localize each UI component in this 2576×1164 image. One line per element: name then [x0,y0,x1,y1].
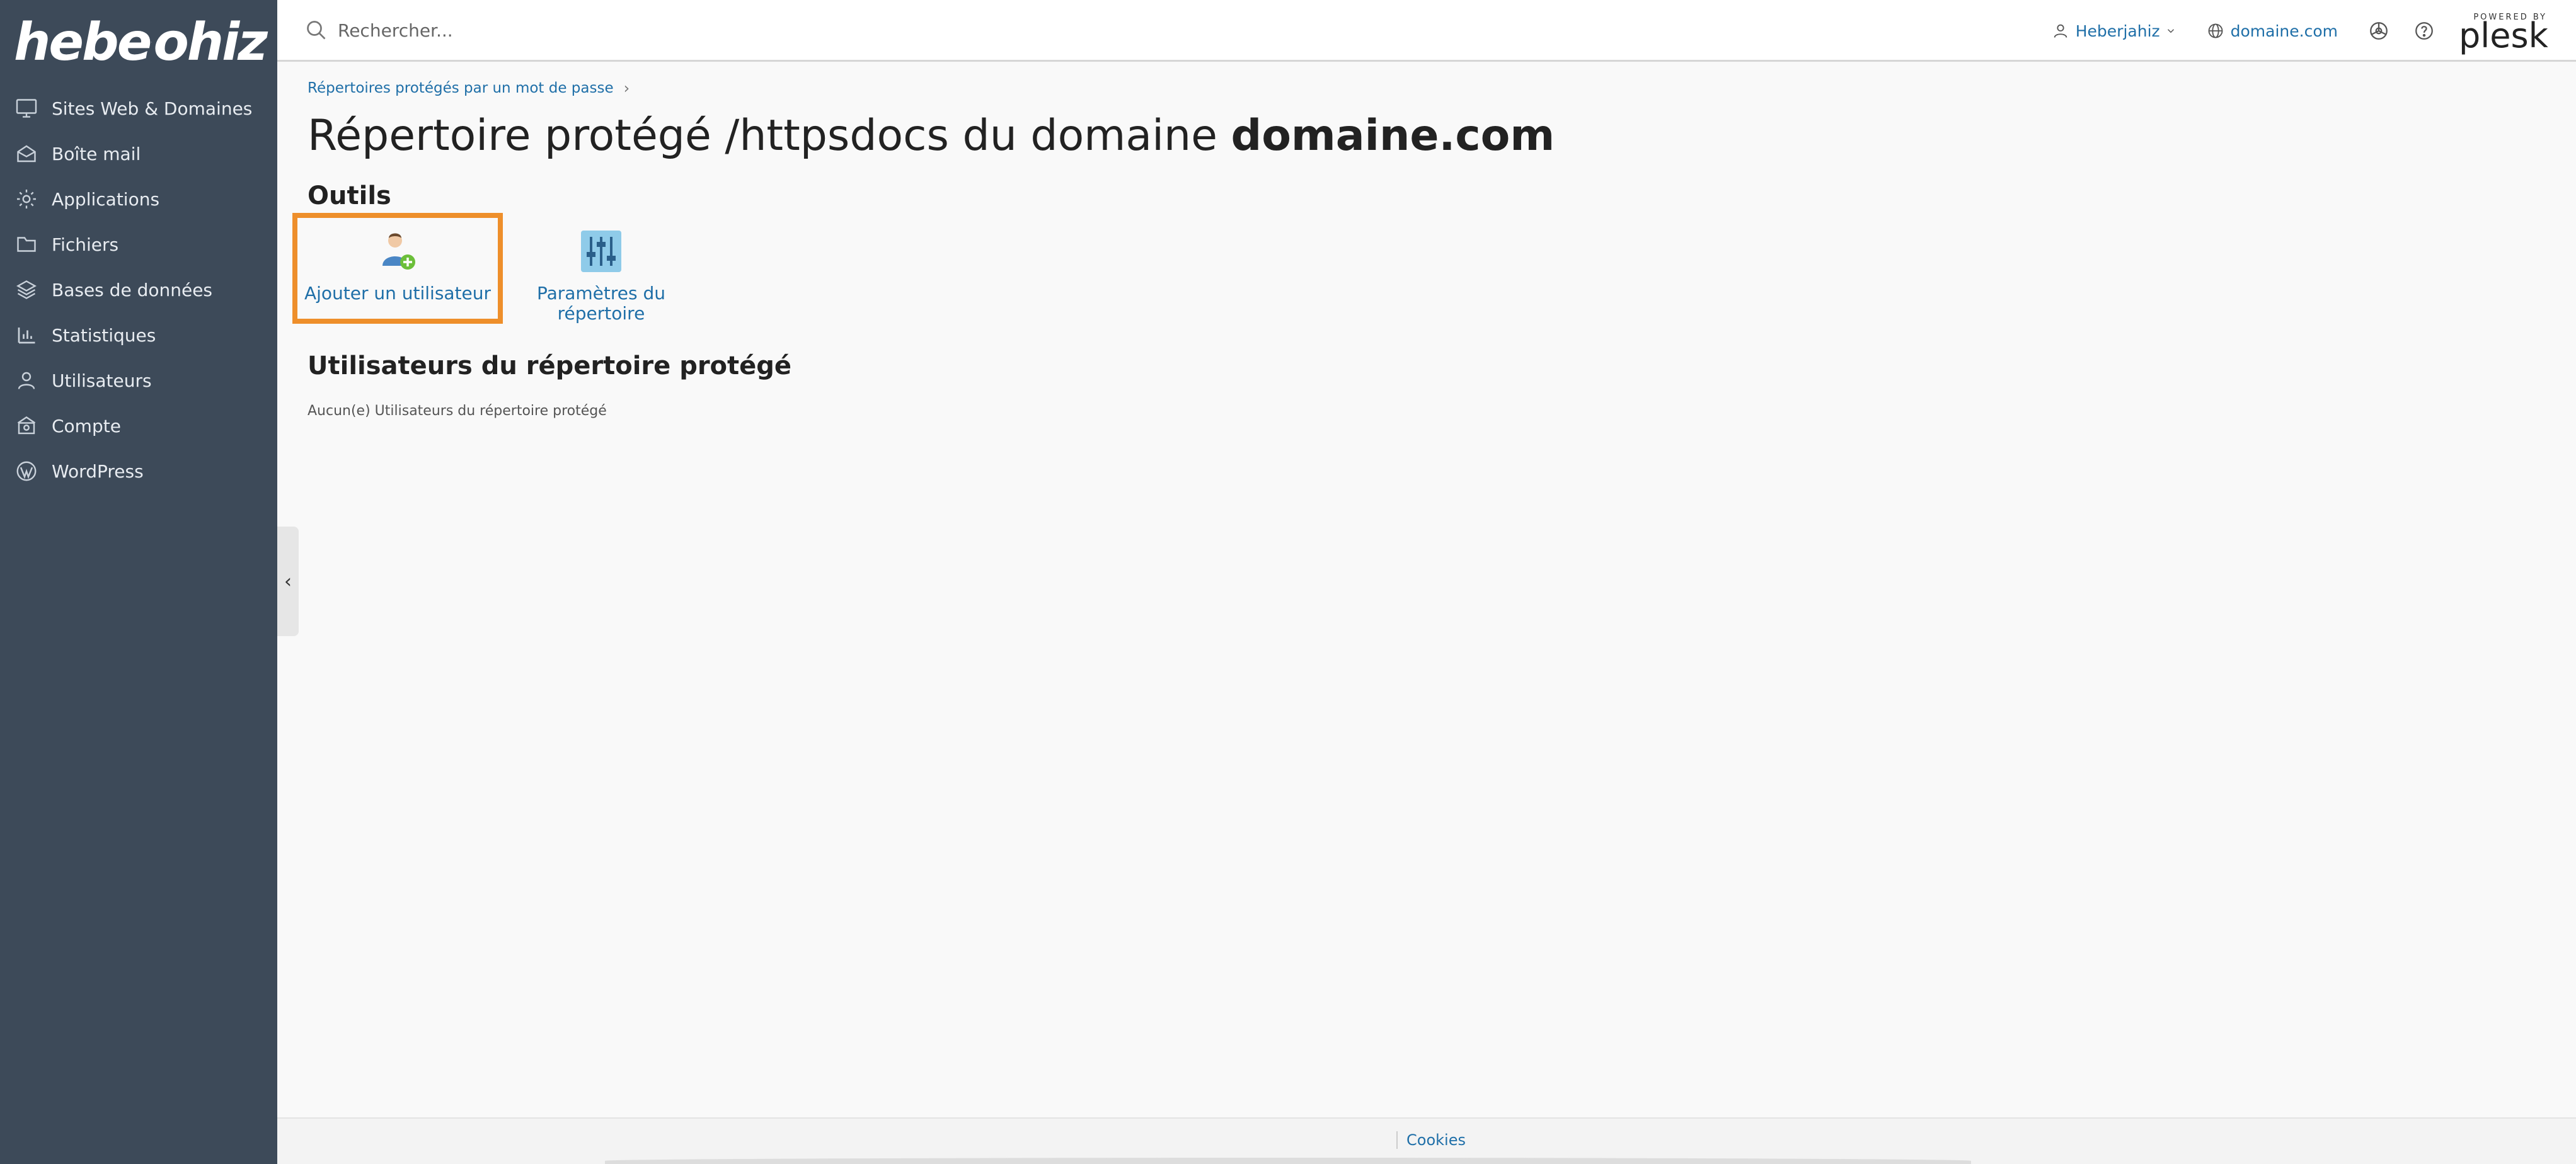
sidebar-collapse-button[interactable]: ‹ [277,527,299,636]
help-icon [2415,22,2433,40]
footer-shadow [605,1158,1971,1164]
sidebar-item-databases[interactable]: Bases de données [0,267,277,312]
directory-settings-button[interactable]: Paramètres du répertoire [507,213,696,324]
search-box [305,14,1187,47]
gear-icon [15,188,38,210]
empty-users-message: Aucun(e) Utilisateurs du répertoire prot… [308,403,607,419]
page-title-domain: domaine.com [1231,111,1555,161]
chevron-right-icon: › [623,79,630,97]
plesk-logo[interactable]: POWERED BY plesk [2459,13,2548,55]
sidebar-item-label: Fichiers [52,234,119,255]
domain-label: domaine.com [2230,21,2338,40]
directory-settings-label-line2: répertoire [557,303,645,324]
sidebar-item-label: Compte [52,415,121,437]
extensions-icon [2370,22,2388,40]
footer: Cookies [277,1117,2576,1164]
page-title-text: Répertoire protégé /httpsdocs du domaine [308,111,1231,161]
sidebar-item-label: Sites Web & Domaines [52,98,253,119]
sidebar-item-label: Bases de données [52,279,213,300]
bar-chart-icon [15,324,38,346]
add-user-label: Ajouter un utilisateur [304,283,492,304]
mail-icon [15,142,38,165]
user-icon [2054,24,2067,38]
user-icon [15,369,38,392]
page-title: Répertoire protégé /httpsdocs du domaine… [308,111,1555,161]
chevron-left-icon: ‹ [284,570,292,593]
directory-settings-label-line1: Paramètres du [536,283,666,304]
brand-logo[interactable]: hebe ohiz [14,8,268,77]
breadcrumb: Répertoires protégés par un mot de passe… [308,79,630,97]
sidebar-item-label: Applications [52,188,160,210]
sidebar-item-label: Boîte mail [52,143,141,164]
breadcrumb-link[interactable]: Répertoires protégés par un mot de passe [308,80,614,96]
sidebar: hebe ohiz Sites Web & Domaines Boîte mai… [0,0,277,1164]
sidebar-item-users[interactable]: Utilisateurs [0,358,277,403]
logo-suffix: ohiz [153,12,268,72]
plesk-wordmark: plesk [2459,15,2548,55]
chevron-down-icon [2167,29,2174,33]
domain-link[interactable]: domaine.com [2207,22,2338,40]
globe-icon [2208,23,2223,38]
sidebar-item-files[interactable]: Fichiers [0,222,277,267]
sidebar-item-label: Statistiques [52,324,156,346]
monitor-icon [15,97,38,120]
sidebar-item-label: WordPress [52,460,144,482]
cookies-link[interactable]: Cookies [1396,1131,1466,1149]
wordpress-icon [15,460,38,482]
directory-settings-label: Paramètres du répertoire [537,283,665,324]
extensions-button[interactable] [2368,20,2389,42]
sidebar-item-applications[interactable]: Applications [0,176,277,222]
logo-prefix: hebe [14,12,152,72]
sidebar-item-mail[interactable]: Boîte mail [0,131,277,176]
settings-sliders-icon [578,229,624,275]
account-icon [15,414,38,437]
search-input[interactable] [338,20,1157,41]
topbar-right: Heberjahiz domaine.com POWERED BY plesk [2052,0,2576,62]
help-button[interactable] [2413,20,2435,42]
logo-mark-icon [151,42,152,43]
sidebar-item-statistics[interactable]: Statistiques [0,312,277,358]
sidebar-item-label: Utilisateurs [52,370,152,391]
user-menu-label: Heberjahiz [2075,21,2160,40]
sidebar-item-wordpress[interactable]: WordPress [0,448,277,494]
folder-icon [15,233,38,256]
users-section-title: Utilisateurs du répertoire protégé [308,351,792,380]
sidebar-item-websites[interactable]: Sites Web & Domaines [0,86,277,131]
add-user-icon [375,229,420,275]
user-menu[interactable]: Heberjahiz [2052,22,2176,40]
sidebar-nav: Sites Web & Domaines Boîte mail Applicat… [0,86,277,494]
tools-section-title: Outils [308,181,391,210]
search-icon [307,21,326,40]
topbar: Heberjahiz domaine.com POWERED BY plesk [277,0,2576,62]
sidebar-item-account[interactable]: Compte [0,403,277,448]
database-icon [15,278,38,301]
add-user-button[interactable]: Ajouter un utilisateur [292,213,503,324]
